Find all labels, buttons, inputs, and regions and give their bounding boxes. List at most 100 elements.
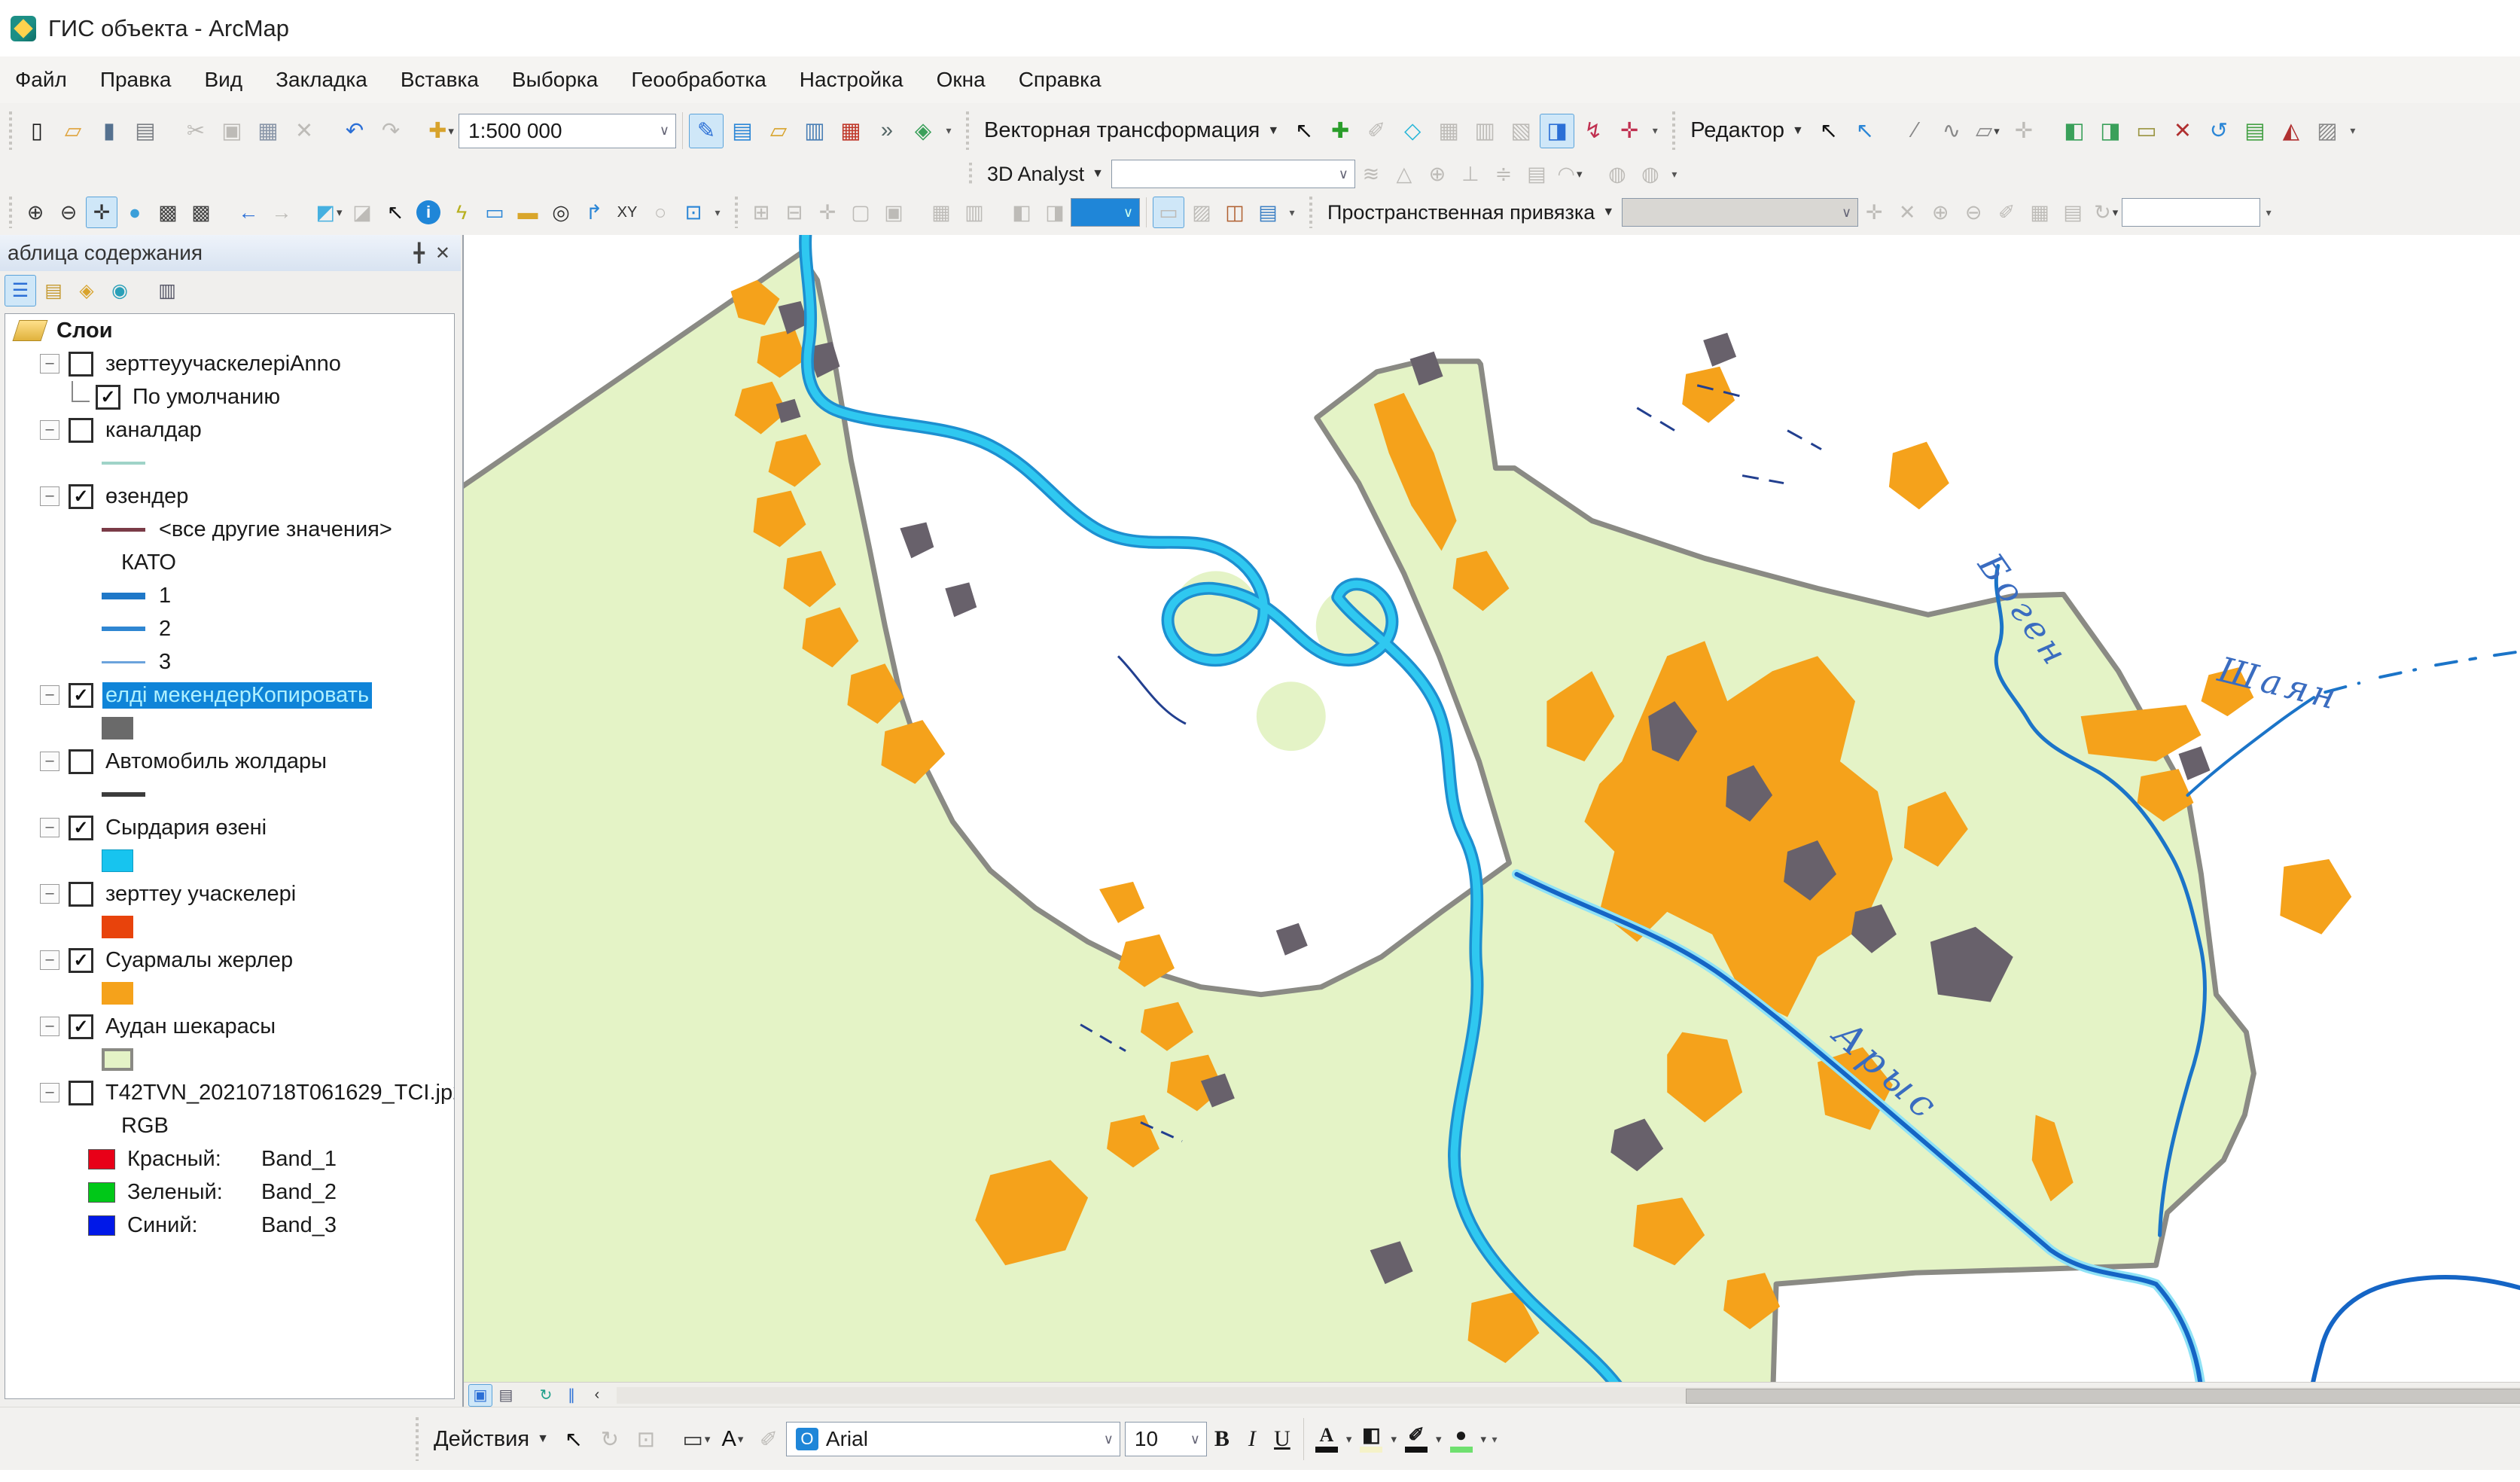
pause-drawing-icon[interactable]: ∥	[559, 1384, 584, 1407]
save-icon[interactable]: ▮	[92, 114, 126, 148]
layer-checkbox[interactable]: ✓	[69, 1014, 93, 1039]
scale-combo[interactable]: 1:500 000 ∨	[459, 114, 676, 148]
layer-checkbox[interactable]: ✓	[69, 683, 93, 708]
layer-label[interactable]: Автомобиль жолдары	[102, 749, 330, 775]
chevron-down-icon[interactable]: ▾	[1391, 1432, 1397, 1446]
layer-label[interactable]: T42TVN_20210718T061629_TCI.jp2	[102, 1080, 455, 1106]
toolbar-overflow[interactable]: ▾	[709, 196, 726, 229]
change-layout-icon[interactable]: ◫	[1219, 197, 1251, 228]
toolbar-grip[interactable]	[414, 1417, 420, 1462]
fill-color-button[interactable]: ◧	[1354, 1423, 1388, 1456]
select-features-icon[interactable]: ◩▾	[313, 197, 345, 228]
scrollbar-thumb[interactable]	[1686, 1389, 2520, 1404]
toc-layer-item[interactable]: –каналдар	[5, 413, 454, 447]
toc-options-icon[interactable]: ▥	[151, 275, 183, 306]
more-editing-icon[interactable]: ▨	[2310, 114, 2345, 148]
layer-checkbox[interactable]	[69, 1081, 93, 1105]
toc-layer-item[interactable]: –✓Суармалы жерлер	[5, 944, 454, 977]
previous-extent-small-icon[interactable]: ‹	[585, 1384, 609, 1407]
identify-icon[interactable]: i	[413, 197, 444, 228]
toc-layer-item[interactable]: –✓өзендер	[5, 480, 454, 513]
arctoolbox-icon[interactable]: ▦	[833, 114, 868, 148]
add-link-icon[interactable]: ✚	[1323, 114, 1358, 148]
expander-icon[interactable]: –	[40, 486, 59, 506]
layer-checkbox[interactable]: ✓	[69, 816, 93, 840]
go-to-xy-icon[interactable]: XY	[611, 197, 643, 228]
fixed-zoom-out-icon[interactable]: ▩	[185, 197, 217, 228]
attributes-window-icon[interactable]: ▤	[2238, 114, 2272, 148]
transform-preview-icon[interactable]: ↯	[1576, 114, 1610, 148]
toolbar-overflow[interactable]: ▾	[1486, 1423, 1503, 1456]
undo-icon[interactable]: ↶	[337, 114, 372, 148]
layer-checkbox[interactable]	[69, 749, 93, 774]
layer-label[interactable]: зерттеу учаскелері	[102, 881, 299, 907]
toolbar-grip[interactable]	[967, 163, 974, 184]
layer-checkbox[interactable]	[69, 418, 93, 443]
toolbar-grip[interactable]	[8, 111, 14, 150]
menu-item-7[interactable]: Геообработка	[631, 68, 766, 92]
layout-view-icon[interactable]: ▤	[494, 1384, 518, 1407]
toolbar-overflow[interactable]: ▾	[1666, 157, 1683, 191]
open-folder-icon[interactable]: ▱	[56, 114, 90, 148]
toolbar-grip[interactable]	[8, 197, 14, 228]
toolbar-grip[interactable]	[964, 111, 971, 150]
georef-rotation-input[interactable]	[2122, 198, 2260, 227]
menu-item-1[interactable]: Файл	[15, 68, 67, 92]
line-color-button[interactable]: ✐	[1400, 1423, 1433, 1456]
straight-segment-icon[interactable]: ∕	[1898, 114, 1933, 148]
toolbar-grip[interactable]	[1308, 197, 1314, 228]
bold-button[interactable]: B	[1207, 1423, 1237, 1456]
close-icon[interactable]: ✕	[435, 242, 450, 264]
refresh-view-icon[interactable]: ↻	[534, 1384, 558, 1407]
toc-layer-item[interactable]: – зерттеу учаскелері	[5, 877, 454, 910]
expander-icon[interactable]: –	[40, 752, 59, 771]
print-icon[interactable]: ▤	[128, 114, 163, 148]
georeferencing-menu[interactable]: Пространственная привязка▼	[1320, 198, 1622, 227]
menu-item-2[interactable]: Правка	[100, 68, 172, 92]
toc-layer-item[interactable]: –✓Сырдария өзені	[5, 811, 454, 844]
find-route-icon[interactable]: ↱	[578, 197, 610, 228]
menu-item-6[interactable]: Выборка	[512, 68, 598, 92]
expander-icon[interactable]: –	[40, 884, 59, 904]
toolbar-grip[interactable]	[1671, 111, 1677, 150]
toc-layer-item[interactable]: – Автомобиль жолдары	[5, 745, 454, 778]
toc-layer-item[interactable]: – T42TVN_20210718T061629_TCI.jp2	[5, 1076, 454, 1109]
find-icon[interactable]: ◎	[545, 197, 577, 228]
toc-group-layers[interactable]: Слои	[5, 314, 454, 347]
back-extent-icon[interactable]: ←	[233, 197, 264, 228]
toolbar-grip[interactable]	[733, 197, 739, 228]
edit-annotation-tool-icon[interactable]: ↖	[1848, 114, 1882, 148]
layer-label[interactable]: зерттеуучаскелеріAnno	[102, 351, 344, 377]
select-cursor-icon[interactable]: ↖	[1287, 114, 1321, 148]
list-by-drawing-order-icon[interactable]: ☰	[5, 275, 36, 306]
cut-polygons-icon[interactable]: ✕	[2165, 114, 2200, 148]
layer-checkbox[interactable]	[69, 352, 93, 377]
layer-label[interactable]: Сырдария өзені	[102, 815, 270, 841]
trace-polygon-icon[interactable]: ▱▾	[1970, 114, 2005, 148]
menu-item-4[interactable]: Закладка	[276, 68, 367, 92]
expander-icon[interactable]: –	[40, 685, 59, 705]
sublayer-checkbox[interactable]: ✓	[96, 385, 120, 410]
expander-icon[interactable]: –	[40, 1083, 59, 1102]
underline-button[interactable]: U	[1267, 1423, 1297, 1456]
layer-checkbox[interactable]: ✓	[69, 948, 93, 973]
toc-layer-item[interactable]: –✓Аудан шекарасы	[5, 1010, 454, 1043]
edit-tool-icon[interactable]: ↖	[1812, 114, 1846, 148]
hyperlink-icon[interactable]: ϟ	[446, 197, 477, 228]
link-diamond-icon[interactable]: ◇	[1395, 114, 1430, 148]
chevron-down-icon[interactable]: ∨	[1190, 1432, 1200, 1447]
pin-icon[interactable]: ╋	[413, 242, 424, 264]
chevron-down-icon[interactable]: ▾	[1346, 1432, 1352, 1446]
list-by-selection-icon[interactable]: ◉	[104, 275, 136, 306]
menu-item-9[interactable]: Окна	[937, 68, 986, 92]
list-by-source-icon[interactable]: ▤	[38, 275, 69, 306]
toolbar-overflow[interactable]: ▾	[2345, 114, 2361, 148]
zoom-out-icon[interactable]: ⊖	[53, 197, 84, 228]
toc-sublayer-item[interactable]: ✓По умолчанию	[5, 380, 454, 413]
full-extent-globe-icon[interactable]: ●	[119, 197, 151, 228]
expander-icon[interactable]: –	[40, 950, 59, 970]
font-size-combo[interactable]: 10 ∨	[1125, 1422, 1207, 1456]
expander-icon[interactable]: –	[40, 354, 59, 374]
end-point-arc-icon[interactable]: ∿	[1934, 114, 1969, 148]
add-new-links-icon[interactable]: ✛	[1612, 114, 1647, 148]
